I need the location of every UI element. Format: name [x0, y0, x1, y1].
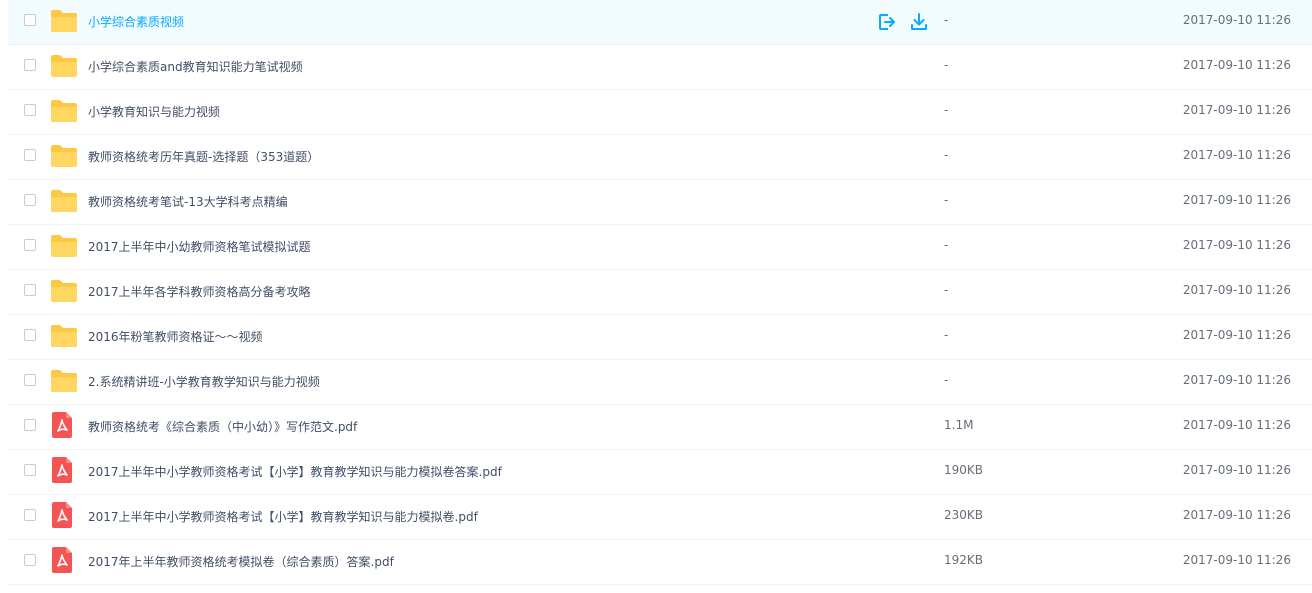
file-name[interactable]: 小学教育知识与能力视频: [88, 103, 220, 120]
file-row-4[interactable]: 教师资格统考笔试-13大学科考点精编 - 2017-09-10 11:26: [8, 180, 1312, 225]
folder-icon: [51, 325, 77, 347]
file-name[interactable]: 教师资格统考《综合素质（中小幼）》写作范文.pdf: [88, 418, 357, 435]
file-size: 230KB: [944, 508, 984, 522]
file-size: -: [944, 238, 949, 252]
row-checkbox[interactable]: [24, 284, 36, 296]
file-name[interactable]: 教师资格统考历年真题-选择题（353道题）: [88, 148, 319, 165]
file-row-5[interactable]: 2017上半年中小幼教师资格笔试模拟试题 - 2017-09-10 11:26: [8, 225, 1312, 270]
folder-icon: [51, 190, 77, 212]
row-checkbox[interactable]: [24, 194, 36, 206]
file-row-6[interactable]: 2017上半年各学科教师资格高分备考攻略 - 2017-09-10 11:26: [8, 270, 1312, 315]
file-list: 小学综合素质视频 - 2017-09-10 11:26 小学综合素质and教育知…: [8, 0, 1312, 585]
row-checkbox[interactable]: [24, 509, 36, 521]
file-row-3[interactable]: 教师资格统考历年真题-选择题（353道题） - 2017-09-10 11:26: [8, 135, 1312, 180]
row-checkbox[interactable]: [24, 464, 36, 476]
row-checkbox[interactable]: [24, 554, 36, 566]
file-name[interactable]: 2017上半年各学科教师资格高分备考攻略: [88, 283, 311, 300]
pdf-icon: [52, 457, 72, 483]
file-date: 2017-09-10 11:26: [1182, 58, 1291, 72]
file-date: 2017-09-10 11:26: [1182, 328, 1291, 342]
file-row-10[interactable]: 2017上半年中小学教师资格考试【小学】教育教学知识与能力模拟卷答案.pdf 1…: [8, 450, 1312, 495]
file-name[interactable]: 2017上半年中小学教师资格考试【小学】教育教学知识与能力模拟卷答案.pdf: [88, 463, 502, 480]
pdf-icon: [52, 547, 72, 573]
row-checkbox[interactable]: [24, 14, 36, 26]
file-size: -: [944, 283, 949, 297]
file-name[interactable]: 2017年上半年教师资格统考模拟卷（综合素质）答案.pdf: [88, 553, 394, 570]
file-row-1[interactable]: 小学综合素质and教育知识能力笔试视频 - 2017-09-10 11:26: [8, 45, 1312, 90]
file-row-8[interactable]: 2.系统精讲班-小学教育教学知识与能力视频 - 2017-09-10 11:26: [8, 360, 1312, 405]
file-size: -: [944, 13, 949, 27]
folder-icon: [51, 235, 77, 257]
share-icon[interactable]: [877, 12, 897, 32]
file-size: -: [944, 148, 949, 162]
file-date: 2017-09-10 11:26: [1182, 148, 1291, 162]
folder-icon: [51, 145, 77, 167]
file-name[interactable]: 2017上半年中小幼教师资格笔试模拟试题: [88, 238, 311, 255]
file-name[interactable]: 2.系统精讲班-小学教育教学知识与能力视频: [88, 373, 320, 390]
file-date: 2017-09-10 11:26: [1182, 13, 1291, 27]
file-row-7[interactable]: 2016年粉笔教师资格证～～视频 - 2017-09-10 11:26: [8, 315, 1312, 360]
row-checkbox[interactable]: [24, 104, 36, 116]
file-size: 1.1M: [944, 418, 974, 432]
folder-icon: [51, 100, 77, 122]
file-row-12[interactable]: 2017年上半年教师资格统考模拟卷（综合素质）答案.pdf 192KB 2017…: [8, 540, 1312, 585]
file-size: 190KB: [944, 463, 984, 477]
file-name[interactable]: 小学综合素质and教育知识能力笔试视频: [88, 58, 303, 75]
file-row-11[interactable]: 2017上半年中小学教师资格考试【小学】教育教学知识与能力模拟卷.pdf 230…: [8, 495, 1312, 540]
file-date: 2017-09-10 11:26: [1182, 463, 1291, 477]
folder-icon: [51, 280, 77, 302]
file-date: 2017-09-10 11:26: [1182, 508, 1291, 522]
file-date: 2017-09-10 11:26: [1182, 193, 1291, 207]
file-date: 2017-09-10 11:26: [1182, 553, 1291, 567]
row-checkbox[interactable]: [24, 419, 36, 431]
pdf-icon: [52, 502, 72, 528]
file-name[interactable]: 2016年粉笔教师资格证～～视频: [88, 328, 263, 345]
row-checkbox[interactable]: [24, 374, 36, 386]
file-row-9[interactable]: 教师资格统考《综合素质（中小幼）》写作范文.pdf 1.1M 2017-09-1…: [8, 405, 1312, 450]
row-checkbox[interactable]: [24, 239, 36, 251]
row-checkbox[interactable]: [24, 59, 36, 71]
file-date: 2017-09-10 11:26: [1182, 238, 1291, 252]
file-row-2[interactable]: 小学教育知识与能力视频 - 2017-09-10 11:26: [8, 90, 1312, 135]
file-date: 2017-09-10 11:26: [1182, 103, 1291, 117]
file-date: 2017-09-10 11:26: [1182, 283, 1291, 297]
folder-icon: [51, 10, 77, 32]
folder-icon: [51, 55, 77, 77]
file-size: -: [944, 103, 949, 117]
file-date: 2017-09-10 11:26: [1182, 418, 1291, 432]
file-name[interactable]: 小学综合素质视频: [88, 13, 184, 30]
file-size: -: [944, 58, 949, 72]
folder-icon: [51, 370, 77, 392]
file-size: -: [944, 373, 949, 387]
file-size: 192KB: [944, 553, 984, 567]
file-name[interactable]: 教师资格统考笔试-13大学科考点精编: [88, 193, 288, 210]
file-name[interactable]: 2017上半年中小学教师资格考试【小学】教育教学知识与能力模拟卷.pdf: [88, 508, 478, 525]
download-icon[interactable]: [909, 12, 929, 32]
file-size: -: [944, 193, 949, 207]
row-checkbox[interactable]: [24, 149, 36, 161]
pdf-icon: [52, 412, 72, 438]
row-checkbox[interactable]: [24, 329, 36, 341]
file-row-0[interactable]: 小学综合素质视频 - 2017-09-10 11:26: [8, 0, 1312, 45]
file-date: 2017-09-10 11:26: [1182, 373, 1291, 387]
file-size: -: [944, 328, 949, 342]
